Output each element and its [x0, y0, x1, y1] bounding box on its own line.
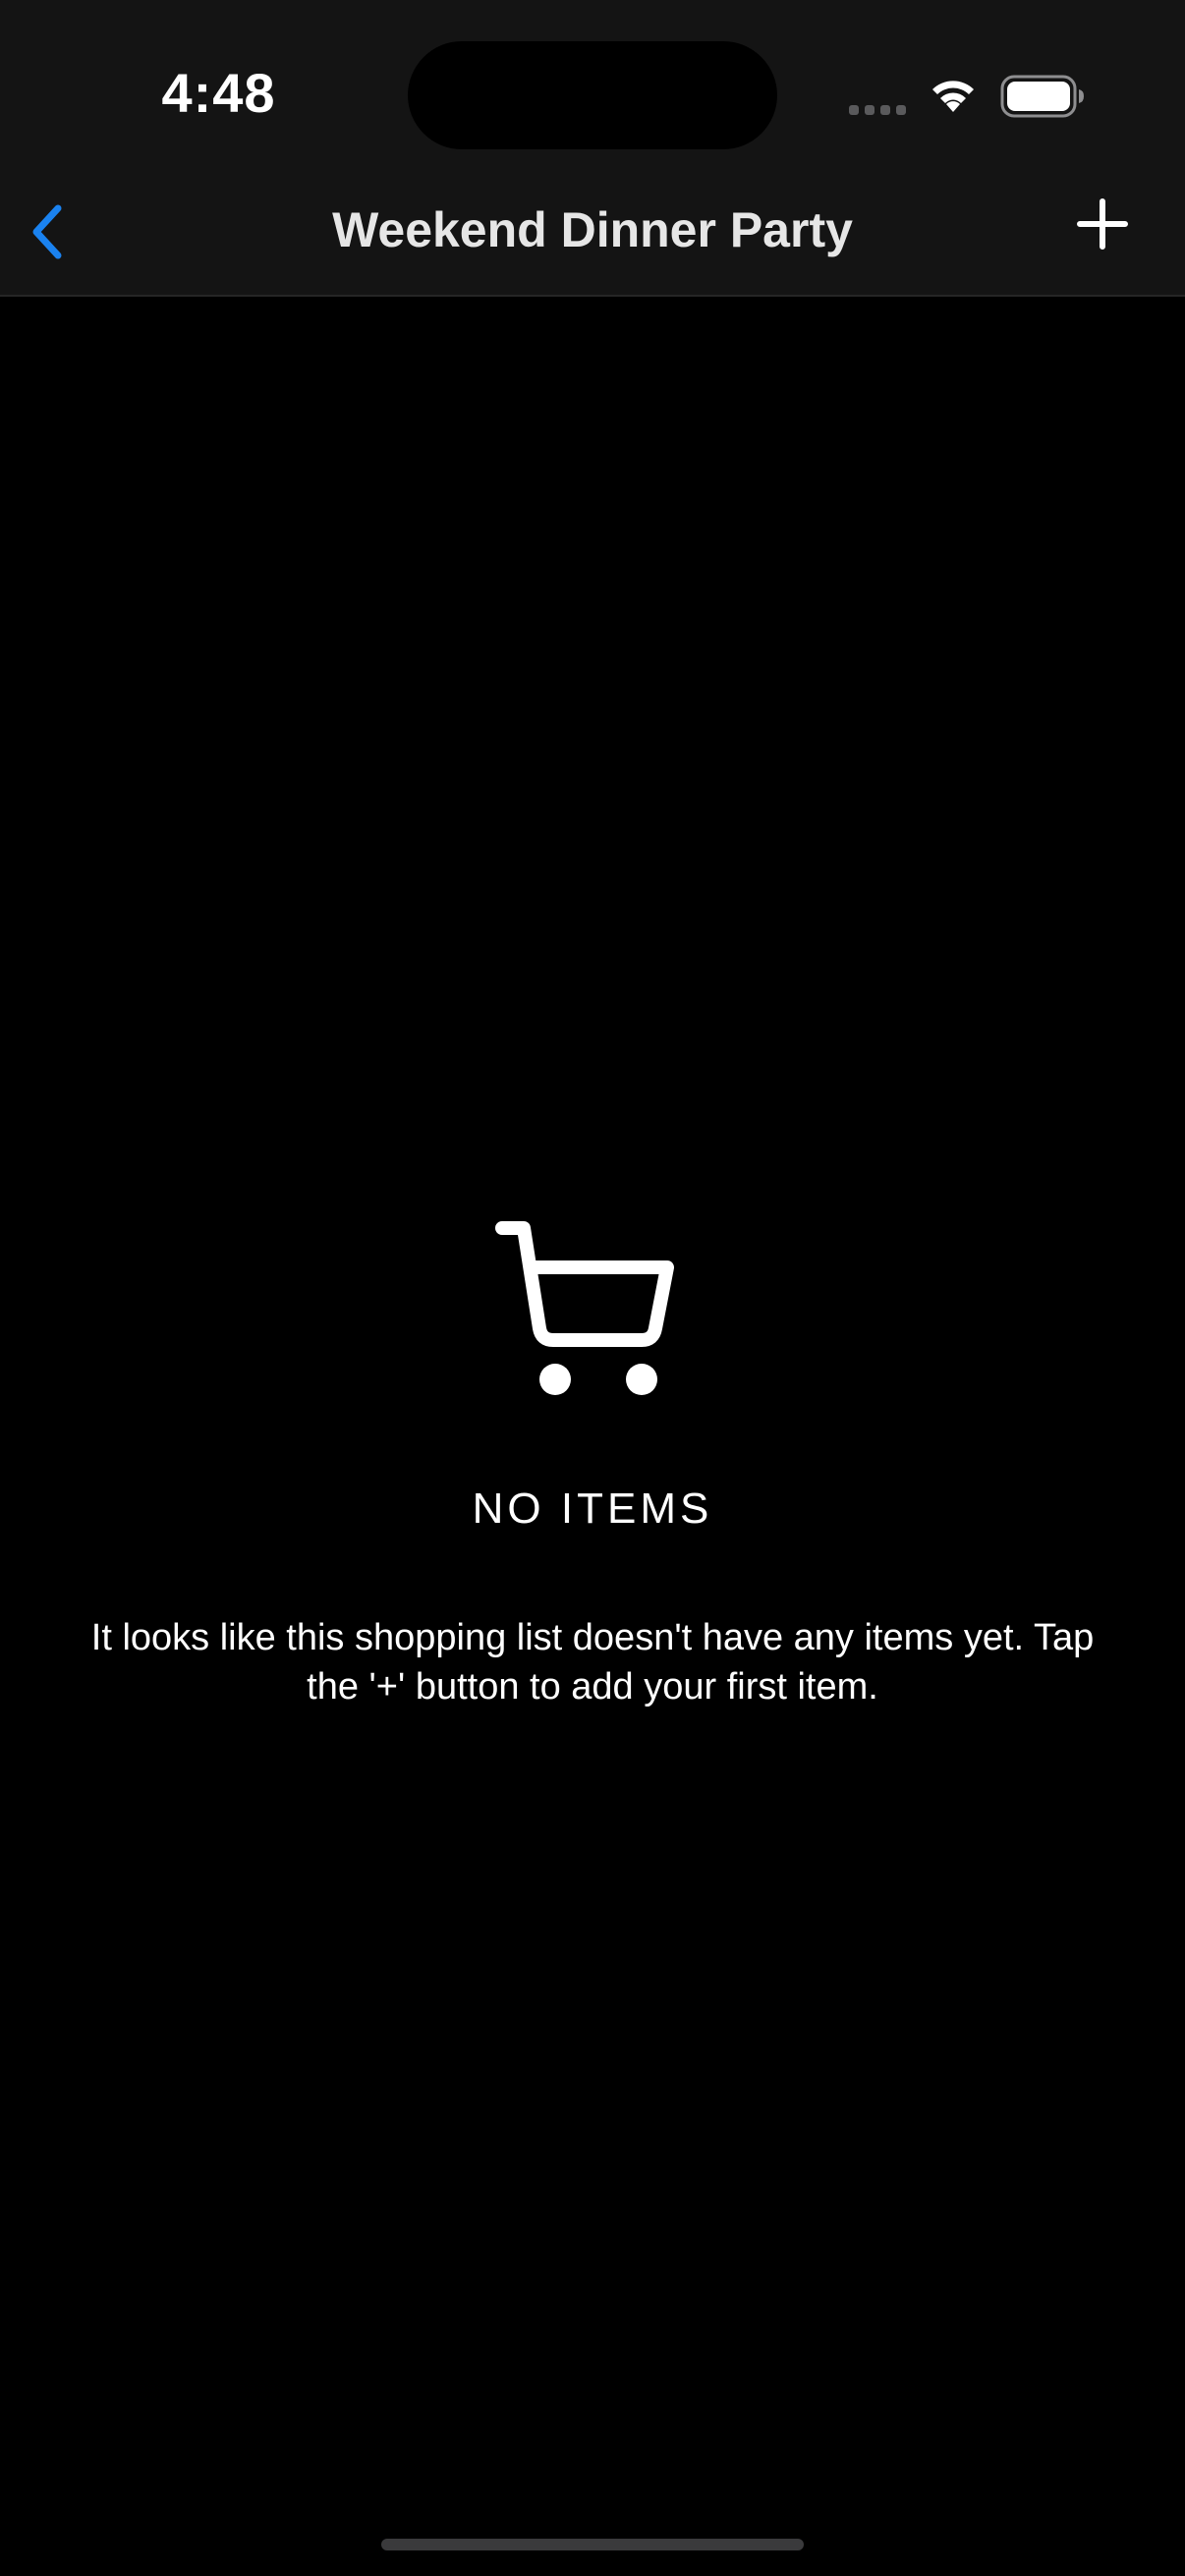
shopping-cart-icon	[495, 1221, 674, 1395]
battery-icon	[1000, 75, 1084, 118]
plus-icon	[1077, 198, 1128, 250]
chevron-left-icon	[32, 204, 62, 259]
empty-state-message: It looks like this shopping list doesn't…	[90, 1617, 1095, 1708]
page-title: Weekend Dinner Party	[332, 202, 853, 257]
add-item-button[interactable]	[1067, 189, 1138, 259]
empty-state: NO ITEMS It looks like this shopping lis…	[0, 1214, 1185, 1711]
empty-state-title: NO ITEMS	[472, 1484, 713, 1533]
home-indicator[interactable]	[381, 2539, 804, 2550]
wifi-icon	[932, 81, 974, 112]
status-time: 4:48	[161, 62, 276, 124]
dynamic-island	[408, 41, 777, 149]
top-bar: 4:48 Weekend Dinner Party	[0, 0, 1185, 297]
cellular-signal-icon	[849, 105, 906, 115]
back-button[interactable]	[14, 193, 83, 271]
